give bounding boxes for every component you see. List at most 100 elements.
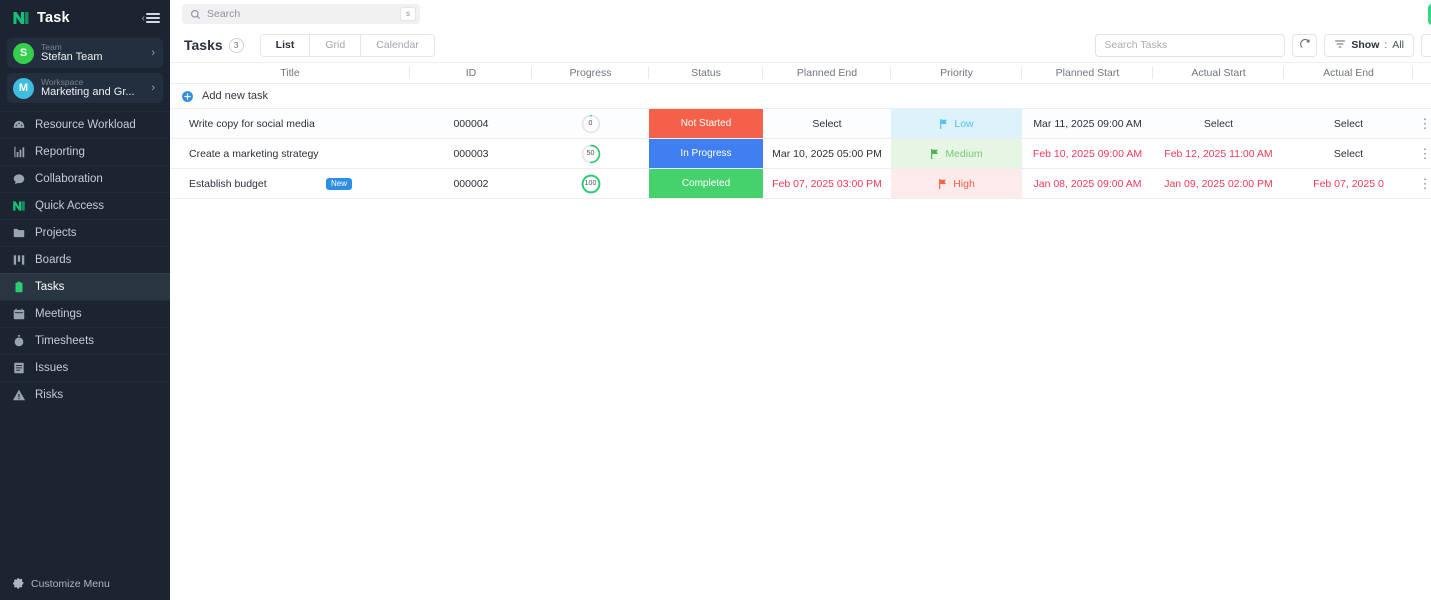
search-shortcut-badge: s [400,7,416,21]
cell-progress[interactable]: 0 [532,109,649,138]
priority-label: Medium [945,147,983,160]
import-export-button[interactable]: Import/Export [1420,33,1431,57]
flag-icon [931,148,939,159]
cell-planned-start[interactable]: Jan 08, 2025 09:00 AM [1022,169,1153,198]
column-header-planned-start[interactable]: Planned Start [1022,63,1153,83]
priority-badge: High [891,169,1022,198]
clipboard-icon [11,280,26,295]
brand-name: Task [37,10,70,26]
cell-planned-end[interactable]: Select [763,109,891,138]
collapse-sidebar-icon[interactable]: ‹ [142,10,160,25]
column-header-id[interactable]: ID [410,63,532,83]
tab-list[interactable]: List [260,34,311,56]
cell-title[interactable]: Write copy for social media [170,109,410,138]
cell-actual-start[interactable]: Jan 09, 2025 02:00 PM [1153,169,1284,198]
tab-calendar[interactable]: Calendar [361,34,434,56]
cell-planned-start[interactable]: Mar 11, 2025 09:00 AM [1022,109,1153,138]
sidebar-item-tasks[interactable]: Tasks [0,273,170,300]
cell-actual-end[interactable]: Select [1284,139,1413,168]
status-badge: Not Started [649,109,763,138]
column-header-planned-end[interactable]: Planned End [763,63,891,83]
sidebar-item-label: Issues [35,362,69,374]
flag-icon [939,178,947,189]
workspace-selector[interactable]: M Workspace Marketing and Gr... › [7,73,163,103]
cell-actual-start[interactable]: Feb 12, 2025 11:00 AM [1153,139,1284,168]
stopwatch-icon [11,334,26,349]
cell-planned-end[interactable]: Mar 10, 2025 05:00 PM [763,139,891,168]
workspace-label: Workspace [41,77,84,87]
sidebar-item-reporting[interactable]: Reporting [0,138,170,165]
column-header-title[interactable]: Title [170,63,410,83]
status-badge: Completed [649,169,763,198]
priority-label: High [953,177,975,190]
column-header-priority[interactable]: Priority [891,63,1022,83]
sidebar-item-quick-access[interactable]: Quick Access [0,192,170,219]
sidebar-item-label: Meetings [35,308,82,320]
cell-priority[interactable]: High [891,169,1022,198]
team-value: Stefan Team [41,51,103,64]
cell-title[interactable]: Establish budget New [170,169,410,198]
sidebar-item-collaboration[interactable]: Collaboration [0,165,170,192]
app-root: Task ‹ S Team Stefan Team › M Workspace … [0,0,1431,600]
cell-priority[interactable]: Low [891,109,1022,138]
cell-id: 000002 [453,177,489,190]
cell-planned-start[interactable]: Feb 10, 2025 09:00 AM [1022,139,1153,168]
cell-actual-start[interactable]: Select [1153,109,1284,138]
search-input[interactable] [207,8,400,20]
task-logo-icon [11,199,26,214]
column-header-actual-end[interactable]: Actual End [1284,63,1413,83]
board-columns-icon [11,253,26,268]
priority-badge: Medium [891,139,1022,168]
sidebar-item-resource-workload[interactable]: Resource Workload [0,111,170,138]
task-title: Establish budget [189,177,267,190]
sidebar-item-boards[interactable]: Boards [0,246,170,273]
table-row[interactable]: Write copy for social media 000004 0 Not… [170,109,1431,139]
refresh-button[interactable] [1292,33,1318,57]
cell-planned-end[interactable]: Feb 07, 2025 03:00 PM [763,169,891,198]
row-menu-button[interactable]: ⋮ [1413,109,1431,138]
customize-menu-button[interactable]: Customize Menu [0,574,170,594]
column-header-actual-start[interactable]: Actual Start [1153,63,1284,83]
cell-actual-end[interactable]: Select [1284,109,1413,138]
show-label: Show [1351,39,1380,51]
cell-progress[interactable]: 50 [532,139,649,168]
sidebar-item-label: Tasks [35,281,65,293]
sidebar-item-issues[interactable]: Issues [0,354,170,381]
sidebar-item-label: Risks [35,389,64,401]
sidebar-item-meetings[interactable]: Meetings [0,300,170,327]
cell-title[interactable]: Create a marketing strategy [170,139,410,168]
row-menu-button[interactable]: ⋮ [1413,169,1431,198]
gauge-icon [11,118,26,133]
cell-status[interactable]: In Progress [649,139,763,168]
cell-progress[interactable]: 100 [532,169,649,198]
cell-id: 000003 [453,147,489,160]
sidebar-item-label: Timesheets [35,335,95,347]
cell-status[interactable]: Completed [649,169,763,198]
table-row[interactable]: Establish budget New 000002 100 Complete… [170,169,1431,199]
cell-status[interactable]: Not Started [649,109,763,138]
sidebar-item-label: Projects [35,227,77,239]
add-new-task-row[interactable]: Add new task [170,84,1431,109]
row-menu-button[interactable]: ⋮ [1413,139,1431,168]
progress-ring: 50 [581,144,601,164]
kebab-menu-icon: ⋮ [1418,145,1431,161]
page-title: Tasks [184,37,223,53]
cell-id: 000004 [453,117,489,130]
sidebar-item-risks[interactable]: Risks [0,381,170,408]
column-header-progress[interactable]: Progress [532,63,649,83]
workspace-avatar: M [13,77,34,99]
sidebar-item-label: Quick Access [35,200,105,212]
cell-priority[interactable]: Medium [891,139,1022,168]
table-row[interactable]: Create a marketing strategy 000003 50 In… [170,139,1431,169]
tasks-toolbar: Tasks 3 List Grid Calendar Show [170,28,1431,62]
flag-icon [940,118,948,129]
global-search[interactable]: s [182,4,420,24]
search-tasks-input[interactable] [1095,33,1286,57]
tab-grid[interactable]: Grid [310,34,362,56]
sidebar-item-timesheets[interactable]: Timesheets [0,327,170,354]
sidebar-item-projects[interactable]: Projects [0,219,170,246]
column-header-status[interactable]: Status [649,63,763,83]
show-filter-button[interactable]: Show : All [1324,33,1414,57]
team-selector[interactable]: S Team Stefan Team › [7,38,163,68]
cell-actual-end[interactable]: Feb 07, 2025 0 [1284,169,1413,198]
